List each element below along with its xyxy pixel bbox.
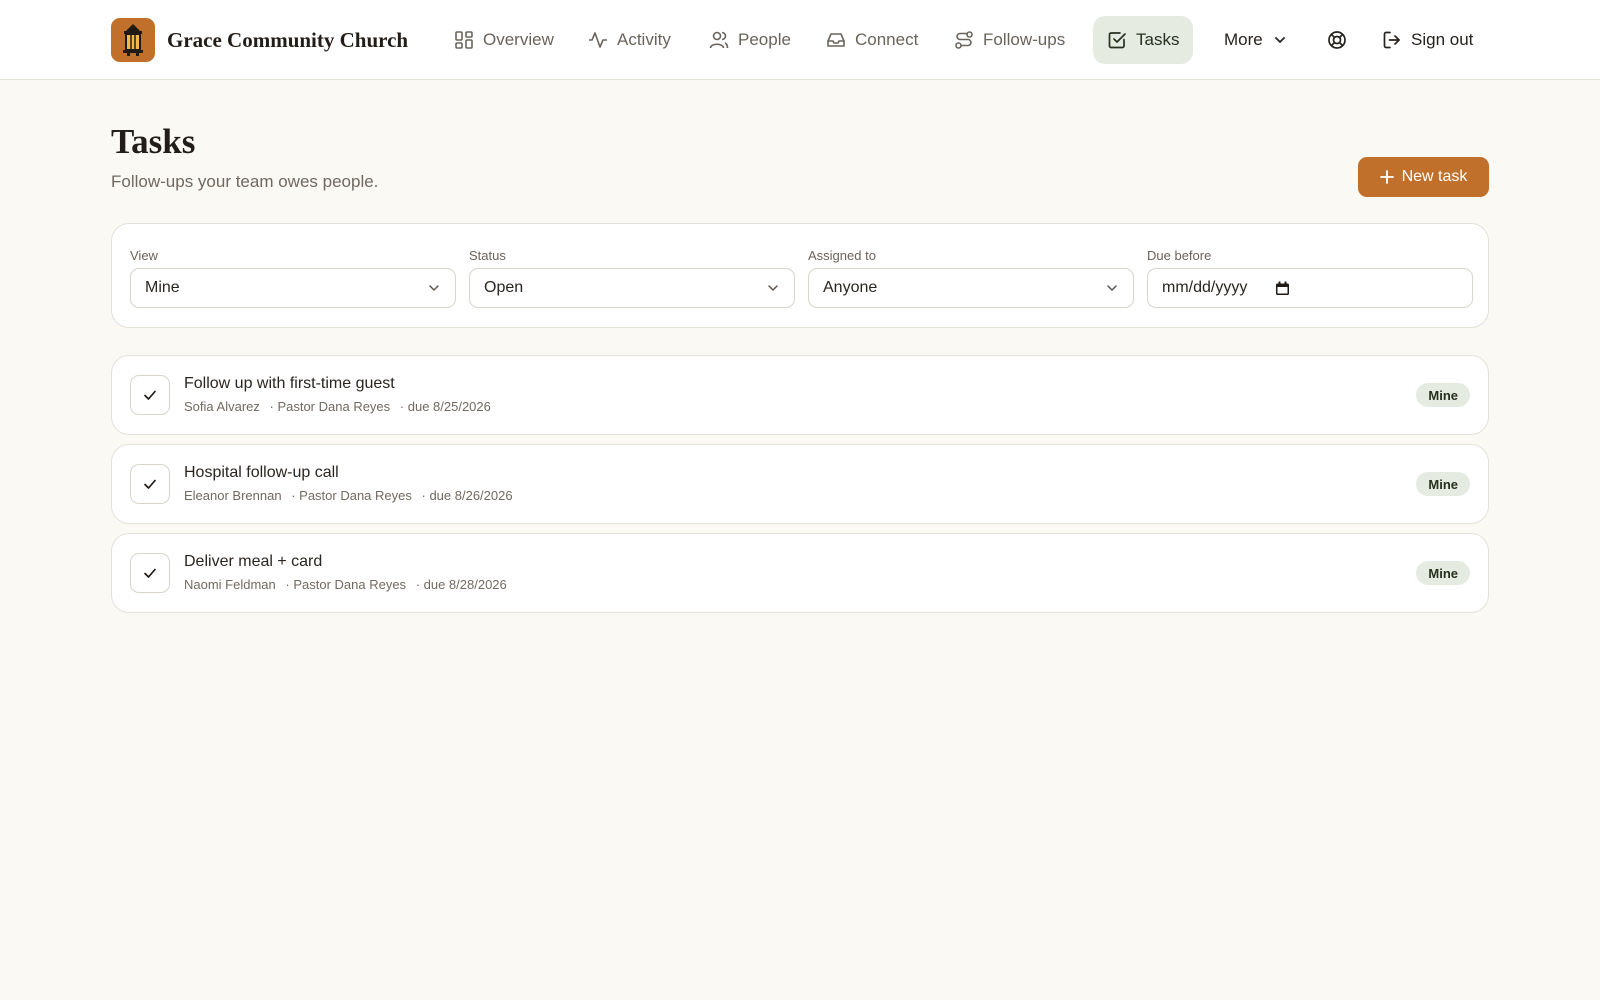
task-person: Naomi Feldman xyxy=(184,577,276,592)
top-nav-bar: Grace Community Church Overview Activity… xyxy=(0,0,1600,80)
status-select-value: Open xyxy=(484,279,524,296)
task-row[interactable]: Follow up with first-time guest Sofia Al… xyxy=(111,355,1489,435)
task-assignee: · Pastor Dana Reyes xyxy=(285,577,407,592)
sign-out-label: Sign out xyxy=(1411,30,1474,49)
chevron-down-icon xyxy=(1274,37,1285,43)
activity-icon xyxy=(589,32,607,48)
chevron-down-icon xyxy=(1107,285,1117,291)
lantern-icon xyxy=(111,18,155,62)
task-badge: Mine xyxy=(1416,472,1470,496)
task-due: · due 8/25/2026 xyxy=(399,399,491,414)
status-select[interactable]: Open xyxy=(469,268,795,308)
task-badge: Mine xyxy=(1416,383,1470,407)
check-square-icon xyxy=(1108,32,1126,49)
nav-item-more[interactable]: More xyxy=(1210,16,1301,64)
task-person: Sofia Alvarez xyxy=(184,399,260,414)
chevron-down-icon xyxy=(768,285,778,291)
due-filter: Due before mm/dd/yyyy xyxy=(1147,248,1473,308)
nav-label: Connect xyxy=(855,30,919,49)
nav-label: More xyxy=(1224,30,1263,49)
nav-label: Tasks xyxy=(1136,30,1180,49)
people-icon xyxy=(709,31,729,49)
task-meta: Naomi Feldman · Pastor Dana Reyes · due … xyxy=(184,577,513,592)
assigned-select[interactable]: Anyone xyxy=(808,268,1134,308)
nav-item-follow-ups[interactable]: Follow-ups xyxy=(940,16,1079,64)
check-icon xyxy=(144,568,156,578)
task-title: Deliver meal + card xyxy=(184,553,323,570)
nav-label: Follow-ups xyxy=(983,30,1066,49)
assigned-filter-label: Assigned to xyxy=(808,248,876,263)
view-select[interactable]: Mine xyxy=(130,268,456,308)
task-title: Hospital follow-up call xyxy=(184,464,339,481)
plus-icon xyxy=(1379,170,1394,184)
lifebuoy-icon xyxy=(1328,31,1346,49)
task-badge: Mine xyxy=(1416,561,1470,585)
route-icon xyxy=(955,31,973,49)
brand-name: Grace Community Church xyxy=(167,27,409,52)
task-meta: Eleanor Brennan · Pastor Dana Reyes · du… xyxy=(184,488,519,503)
filter-panel: View Mine Status Open Assigned to Anyone… xyxy=(111,223,1489,328)
task-title: Follow up with first-time guest xyxy=(184,375,395,392)
task-person: Eleanor Brennan xyxy=(184,488,282,503)
nav-item-overview[interactable]: Overview xyxy=(440,16,568,64)
page-title: Tasks xyxy=(111,122,196,161)
help-button[interactable] xyxy=(1313,16,1361,64)
view-select-value: Mine xyxy=(145,279,180,296)
task-assignee: · Pastor Dana Reyes xyxy=(291,488,412,503)
nav-label: People xyxy=(738,30,791,49)
view-filter: View Mine xyxy=(130,248,456,308)
nav-item-tasks[interactable]: Tasks xyxy=(1093,16,1194,64)
task-due: · due 8/26/2026 xyxy=(421,488,513,503)
check-icon xyxy=(144,390,156,400)
task-due: · due 8/28/2026 xyxy=(415,577,507,592)
log-out-icon xyxy=(1383,31,1400,49)
nav-item-connect[interactable]: Connect xyxy=(812,16,932,64)
new-task-button[interactable]: New task xyxy=(1358,157,1489,197)
nav-item-activity[interactable]: Activity xyxy=(574,16,685,64)
nav-label: Overview xyxy=(483,30,554,49)
check-icon xyxy=(144,479,156,489)
due-filter-label: Due before xyxy=(1147,248,1212,263)
view-filter-label: View xyxy=(130,248,158,263)
task-meta: Sofia Alvarez · Pastor Dana Reyes · due … xyxy=(184,399,497,414)
status-filter-label: Status xyxy=(469,248,506,263)
task-assignee: · Pastor Dana Reyes xyxy=(269,399,391,414)
complete-task-checkbox[interactable] xyxy=(130,375,170,415)
inbox-icon xyxy=(827,33,845,47)
assigned-select-value: Anyone xyxy=(823,279,878,296)
due-date-input[interactable]: mm/dd/yyyy xyxy=(1147,268,1473,308)
task-row[interactable]: Hospital follow-up call Eleanor Brennan … xyxy=(111,444,1489,524)
sign-out-button[interactable]: Sign out xyxy=(1368,16,1487,64)
new-task-label: New task xyxy=(1401,168,1468,185)
chevron-down-icon xyxy=(429,285,439,291)
complete-task-checkbox[interactable] xyxy=(130,464,170,504)
complete-task-checkbox[interactable] xyxy=(130,553,170,593)
nav-label: Activity xyxy=(617,30,671,49)
due-date-placeholder: mm/dd/yyyy xyxy=(1162,279,1248,296)
page-subtitle: Follow-ups your team owes people. xyxy=(111,172,379,191)
brand[interactable]: Grace Community Church xyxy=(111,18,408,62)
nav-item-people[interactable]: People xyxy=(695,16,805,64)
status-filter: Status Open xyxy=(469,248,795,308)
task-row[interactable]: Deliver meal + card Naomi Feldman · Past… xyxy=(111,533,1489,613)
assigned-filter: Assigned to Anyone xyxy=(808,248,1134,308)
grid-icon xyxy=(455,31,473,49)
calendar-icon[interactable] xyxy=(1275,281,1290,296)
